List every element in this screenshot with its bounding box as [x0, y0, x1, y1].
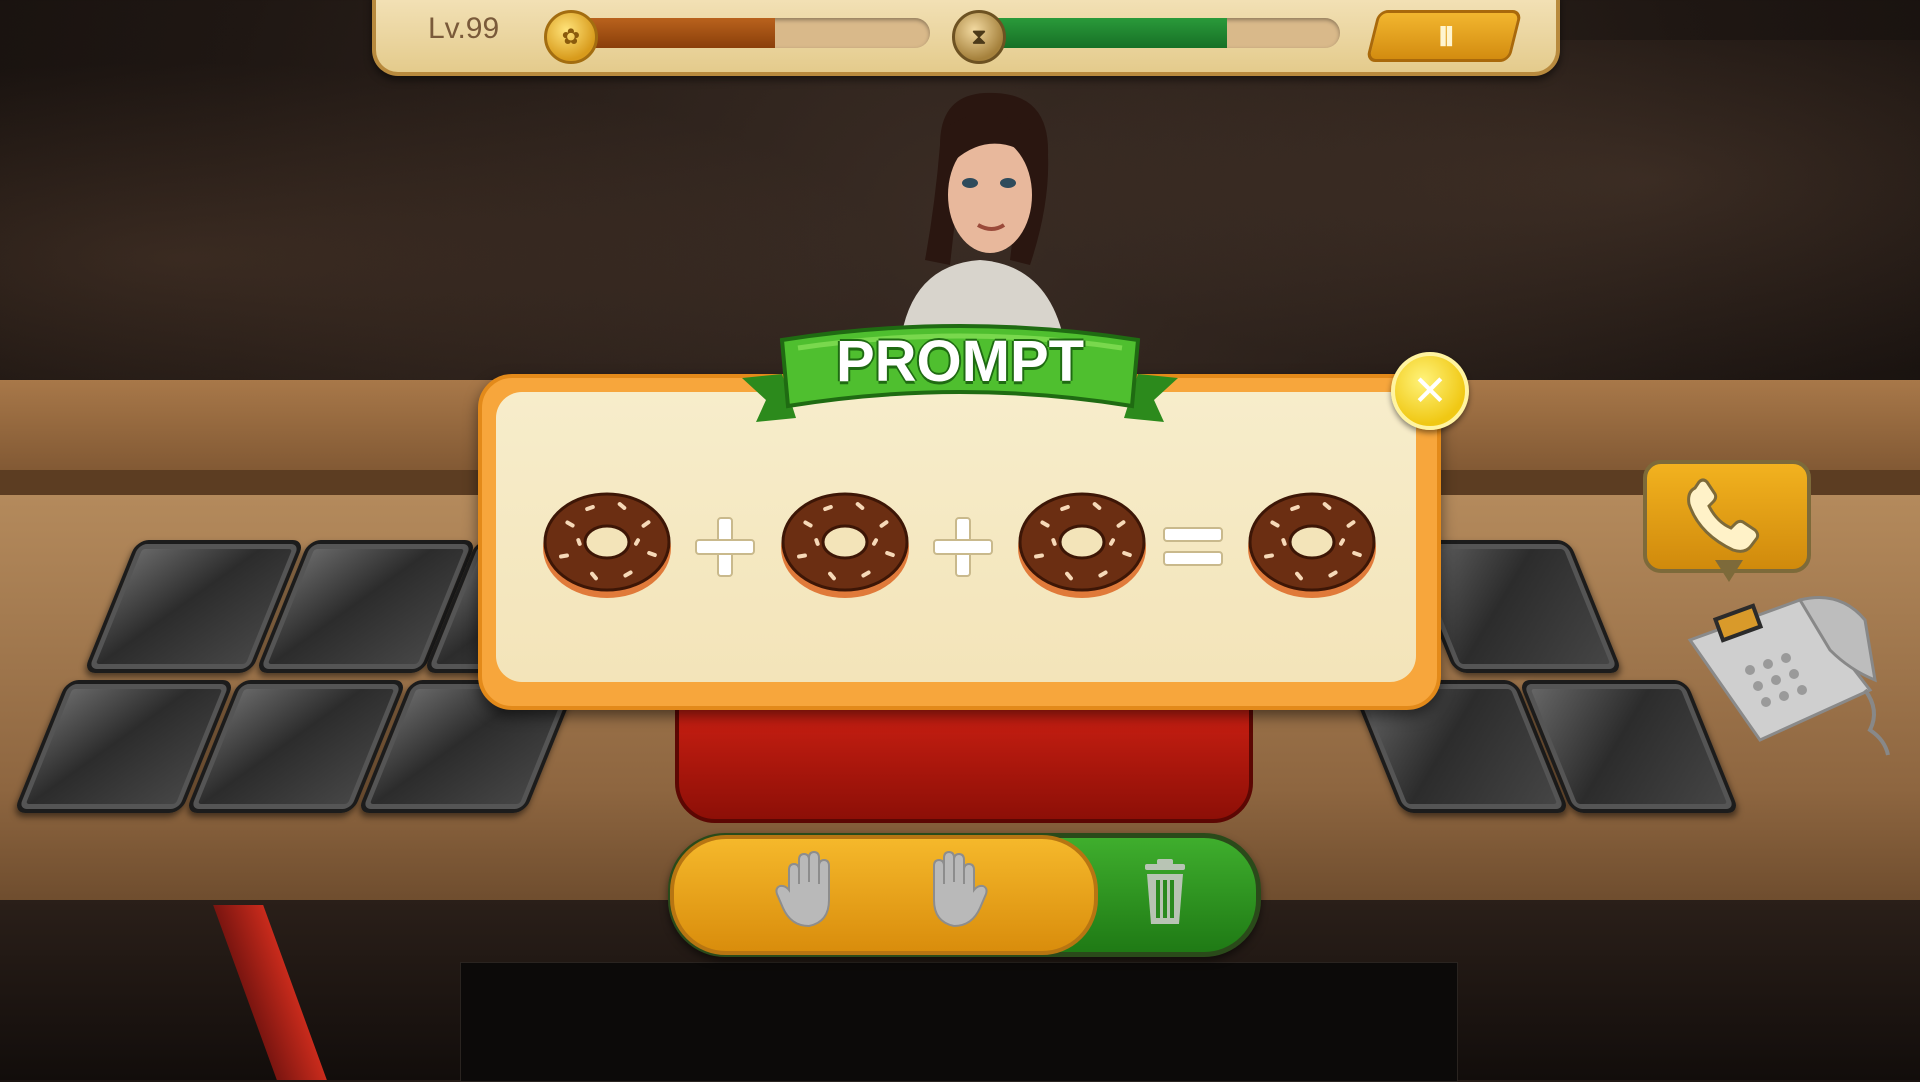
equals-icon [1158, 512, 1228, 582]
chef-character [900, 92, 1065, 345]
donut-icon [775, 482, 915, 602]
pause-icon: II [1437, 19, 1451, 53]
coin-progress-bar [560, 18, 930, 48]
plus-icon [928, 512, 998, 582]
prompt-title: PROMPT [835, 329, 1085, 394]
donut-icon [537, 482, 677, 602]
trash-icon[interactable] [1125, 858, 1205, 928]
serving-tray[interactable] [675, 705, 1253, 823]
phone-bubble-tail [1715, 560, 1743, 582]
hands-panel [670, 835, 1098, 955]
hand-icon[interactable] [775, 850, 845, 930]
close-button[interactable]: ✕ [1391, 352, 1469, 430]
time-progress-bar [975, 18, 1340, 48]
plus-icon [690, 512, 760, 582]
phone-icon [1687, 478, 1760, 553]
donut-icon [1012, 482, 1152, 602]
time-progress-fill [975, 18, 1227, 48]
floor-panel [460, 962, 1458, 1082]
level-label: Lv.99 [428, 12, 500, 45]
coin-icon: ✿ [544, 10, 598, 64]
donut-icon [1242, 482, 1382, 602]
hand-icon-2[interactable] [918, 850, 988, 930]
close-icon: ✕ [1412, 366, 1448, 415]
phone-call-button[interactable] [1643, 460, 1811, 573]
hourglass-icon: ⧗ [952, 10, 1006, 64]
pause-button[interactable]: II [1365, 10, 1523, 62]
desk-phone[interactable] [1680, 580, 1890, 760]
